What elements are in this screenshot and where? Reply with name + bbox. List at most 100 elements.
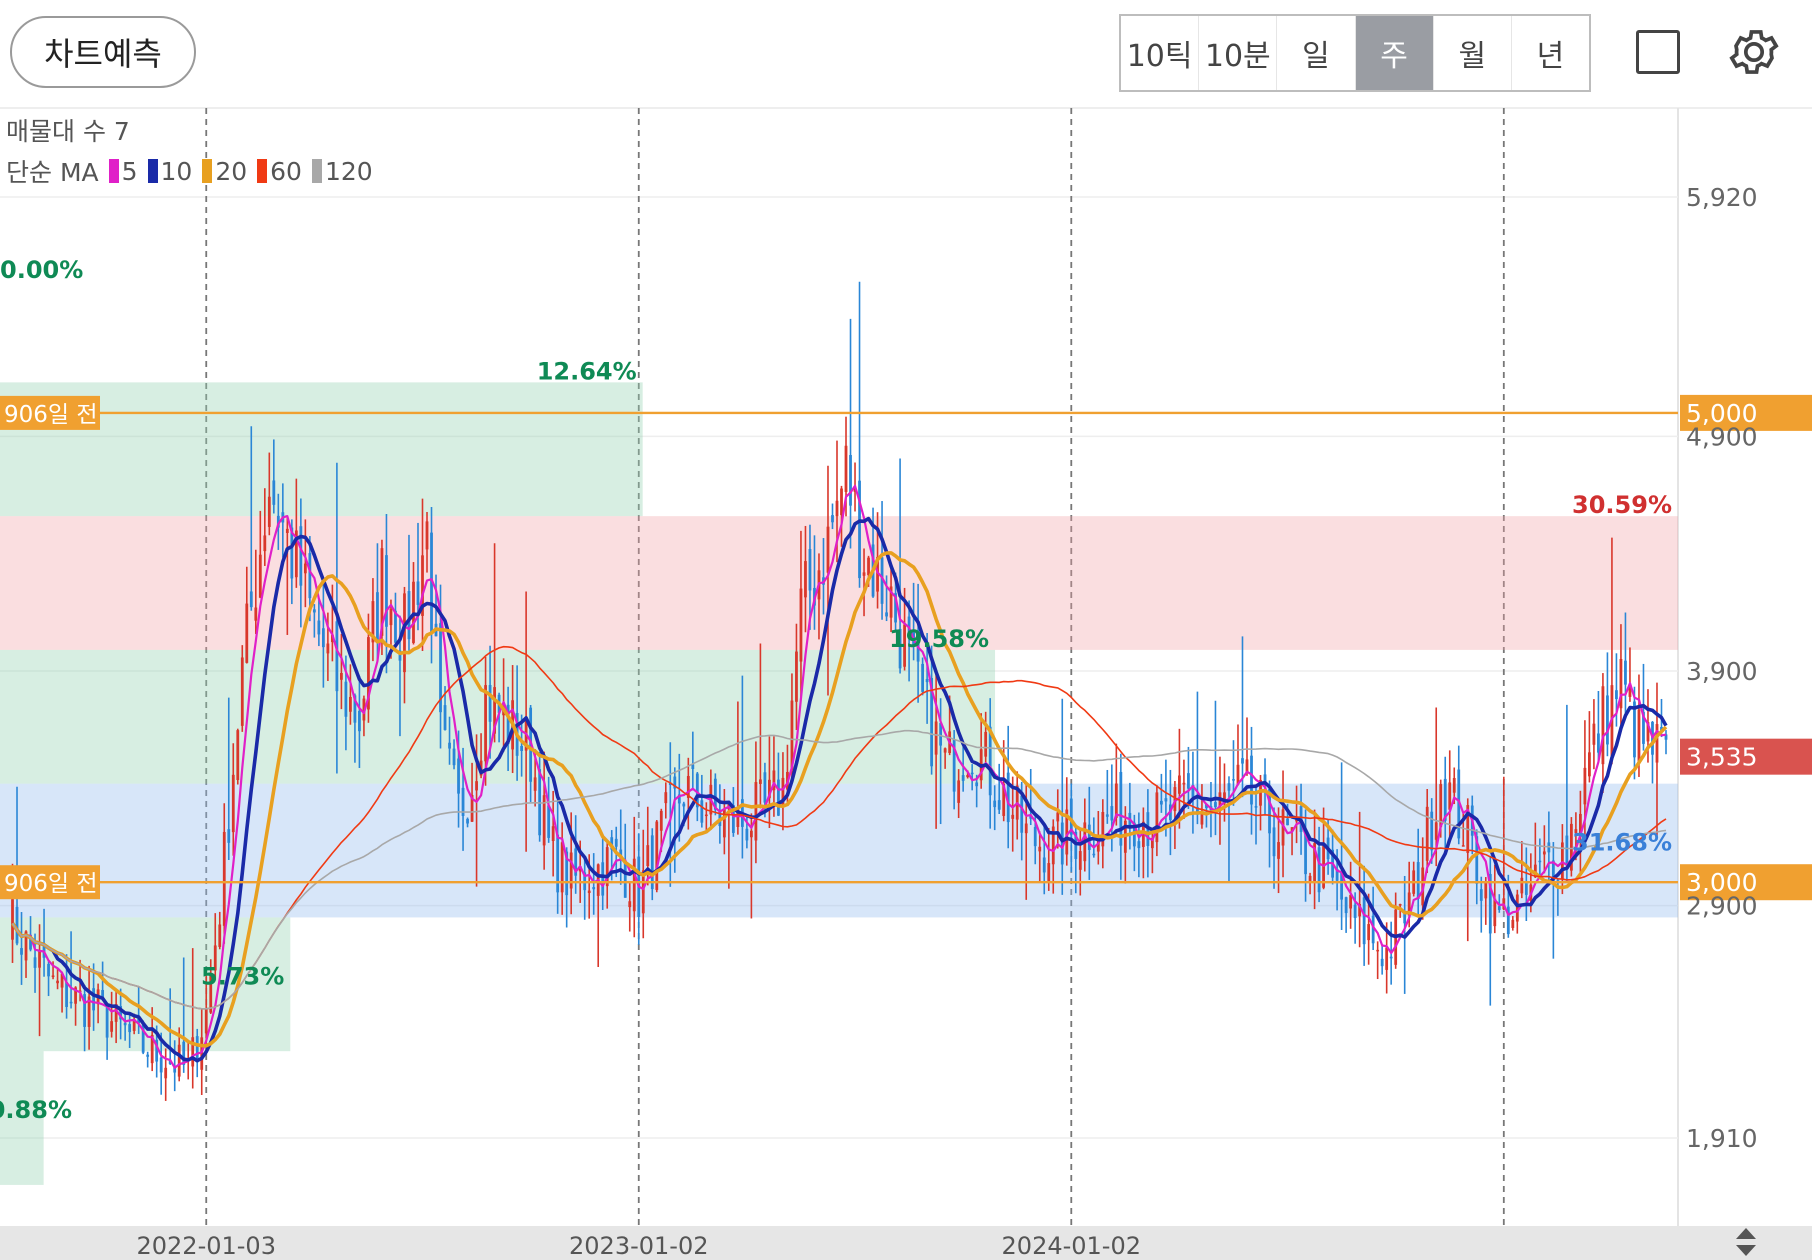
volume-zone-label: 31.68% [1572, 829, 1672, 857]
candle-body [1376, 949, 1380, 952]
candle-body [1250, 755, 1253, 805]
candle-body [123, 1022, 127, 1026]
candle-body [1110, 806, 1114, 821]
candle-body [65, 982, 68, 1007]
candle-body [799, 588, 803, 662]
candle-body [412, 581, 415, 643]
candle-body [466, 818, 469, 824]
candle-body [628, 901, 632, 908]
candle-body [227, 829, 231, 843]
candle-body [1637, 709, 1641, 763]
candle-body [452, 748, 456, 766]
candle-body [218, 924, 222, 947]
candle-body [754, 782, 758, 841]
candle-body [659, 810, 663, 831]
candle-body [1155, 792, 1159, 843]
candle-body [254, 607, 258, 621]
reference-left-label: 906일 전 [4, 871, 98, 897]
candle-body [1241, 758, 1244, 764]
candle-body [11, 899, 14, 940]
candle-body [448, 742, 451, 749]
candle-body [970, 772, 974, 775]
candle-body [1024, 823, 1028, 834]
candle-body [335, 621, 339, 692]
candle-body [592, 887, 596, 890]
candle-body [1353, 904, 1357, 919]
candle-body [272, 480, 276, 505]
ma20-label: 20 [215, 156, 248, 186]
ma-legend-60: 60 [251, 157, 302, 186]
candle-body [777, 779, 780, 816]
candle-body [1434, 822, 1438, 840]
candle-body [1187, 773, 1190, 789]
candle-body [1178, 775, 1181, 794]
candle-body [317, 620, 321, 635]
candle-body [326, 643, 330, 654]
candle-body [51, 975, 55, 977]
volume-zone-label: 19.58% [889, 625, 989, 653]
candle-body [1597, 733, 1600, 753]
candle-body [1452, 778, 1456, 793]
candle-body [340, 672, 343, 680]
candle-body [1020, 795, 1024, 833]
candle-body [795, 651, 798, 702]
candle-body [750, 830, 753, 838]
ma-legend: 단순 MA 5 10 20 60 120 [6, 153, 373, 189]
volume-profile-legend: 매물대 수 7 [6, 117, 130, 146]
ma120-label: 120 [324, 156, 373, 186]
candle-body [745, 828, 749, 841]
candle-body [1367, 924, 1371, 941]
candle-body [1583, 767, 1587, 805]
candle-body [1047, 863, 1051, 883]
candle-body [425, 521, 429, 550]
candle-body [804, 561, 807, 598]
candle-body [128, 1024, 132, 1033]
candle-body [349, 696, 352, 712]
candle-body [321, 628, 325, 648]
candle-body [267, 496, 271, 527]
volume-zone-label: 12.64% [537, 357, 637, 385]
candle-body [240, 657, 244, 726]
candle-body [204, 1008, 208, 1034]
candle-body [984, 731, 988, 757]
candle-body [56, 980, 59, 984]
ma60-label: 60 [270, 156, 302, 186]
candle-body [1042, 857, 1046, 873]
x-tick-label: 2024-01-02 [1002, 1232, 1141, 1260]
candle-body [533, 777, 537, 791]
candle-body [285, 528, 289, 533]
ma20-swatch [202, 159, 213, 183]
candle-body [1159, 800, 1163, 805]
candle-body [1493, 898, 1497, 927]
candle-body [1033, 827, 1037, 847]
candle-body [475, 781, 478, 791]
candle-body [1520, 877, 1524, 894]
candle-body [1114, 783, 1118, 818]
candle-body [1615, 690, 1618, 700]
candle-body [997, 800, 1001, 810]
candle-body [222, 831, 226, 926]
candle-body [1606, 695, 1609, 745]
ma-legend-5: 5 [103, 157, 138, 186]
candle-body [849, 455, 852, 506]
price-chart[interactable]: 906일 전 5,000906일 전 3,0003,535 12.64%30.59%… [0, 0, 1812, 1260]
volume-zone-label: 5.73% [201, 962, 284, 990]
scroll-handle-icon[interactable] [1732, 1226, 1760, 1258]
current-price-label: 3,535 [1686, 743, 1758, 772]
candle-body [551, 826, 555, 841]
candle-body [1588, 752, 1591, 777]
candle-body [1624, 660, 1627, 685]
candle-body [1362, 897, 1366, 945]
candle-body [1524, 883, 1528, 895]
candle-body [1542, 851, 1546, 855]
candle-body [1592, 723, 1596, 745]
candle-body [407, 591, 411, 640]
candle-body [1277, 842, 1280, 859]
ma10-swatch [147, 159, 158, 183]
candle-body [975, 782, 979, 787]
candle-body [623, 862, 627, 898]
candle-body [312, 609, 316, 613]
ma-legend-10: 10 [142, 156, 193, 186]
candle-body [1398, 904, 1402, 906]
ma10-label: 10 [160, 156, 193, 186]
